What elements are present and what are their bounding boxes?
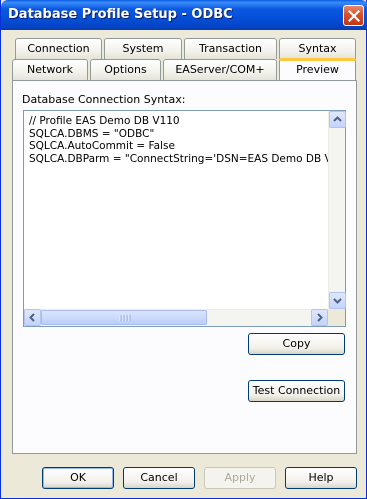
tab-label: Network [27,63,73,76]
ok-button[interactable]: OK [42,467,114,489]
dialog-window: Database Profile Setup - ODBC Connection… [0,0,367,499]
tab-connection[interactable]: Connection [15,38,102,59]
help-button[interactable]: Help [285,467,357,489]
arrow-left-icon [29,313,35,322]
tab-easerver-com[interactable]: EAServer/COM+ [163,59,277,80]
grip-icon [119,315,131,321]
tab-network[interactable]: Network [12,59,88,80]
apply-button[interactable]: Apply [204,467,276,489]
copy-button-label: Copy [282,337,311,350]
tab-options[interactable]: Options [90,59,161,80]
tab-syntax[interactable]: Syntax [279,38,356,59]
syntax-lines: // Profile EAS Demo DB V110 SQLCA.DBMS =… [29,115,329,165]
tab-label: Connection [27,42,90,55]
scroll-down-button[interactable] [329,292,346,309]
copy-button[interactable]: Copy [248,333,345,355]
tab-label: Transaction [199,42,262,55]
tab-label: Options [104,63,147,76]
cancel-button-label: Cancel [140,471,178,484]
scrollbar-corner [328,309,345,326]
scroll-left-button[interactable] [24,309,41,326]
close-button[interactable] [343,5,364,26]
test-connection-button[interactable]: Test Connection [248,380,345,402]
scroll-right-button[interactable] [311,309,328,326]
tab-preview[interactable]: Preview [279,58,356,80]
tab-label: EAServer/COM+ [175,63,265,76]
close-icon [348,10,360,22]
scroll-up-button[interactable] [329,111,346,128]
horizontal-scrollbar[interactable] [24,309,328,326]
cancel-button[interactable]: Cancel [123,467,195,489]
syntax-line: SQLCA.DBMS = "ODBC" [29,127,155,140]
ok-button-label: OK [70,471,86,484]
tab-system[interactable]: System [104,38,182,59]
syntax-line: SQLCA.DBParm = "ConnectString='DSN=EAS D… [29,152,329,165]
tab-label: Preview [296,63,339,76]
tab-label: System [122,42,164,55]
arrow-down-icon [333,298,342,304]
window-title: Database Profile Setup - ODBC [8,7,233,22]
syntax-line: SQLCA.AutoCommit = False [29,140,175,152]
tab-transaction[interactable]: Transaction [184,38,277,59]
test-connection-button-label: Test Connection [252,384,341,397]
syntax-section-label: Database Connection Syntax: [22,93,186,106]
arrow-up-icon [333,116,342,122]
help-button-label: Help [308,471,334,484]
syntax-line: // Profile EAS Demo DB V110 [29,115,180,127]
tab-label: Syntax [298,42,337,55]
vertical-scrollbar[interactable] [328,111,346,309]
apply-button-label: Apply [224,471,256,484]
horizontal-scroll-thumb[interactable] [41,310,207,325]
arrow-right-icon [317,313,323,322]
title-bar[interactable]: Database Profile Setup - ODBC [1,0,367,30]
connection-syntax-textarea[interactable]: // Profile EAS Demo DB V110 SQLCA.DBMS =… [23,110,346,327]
